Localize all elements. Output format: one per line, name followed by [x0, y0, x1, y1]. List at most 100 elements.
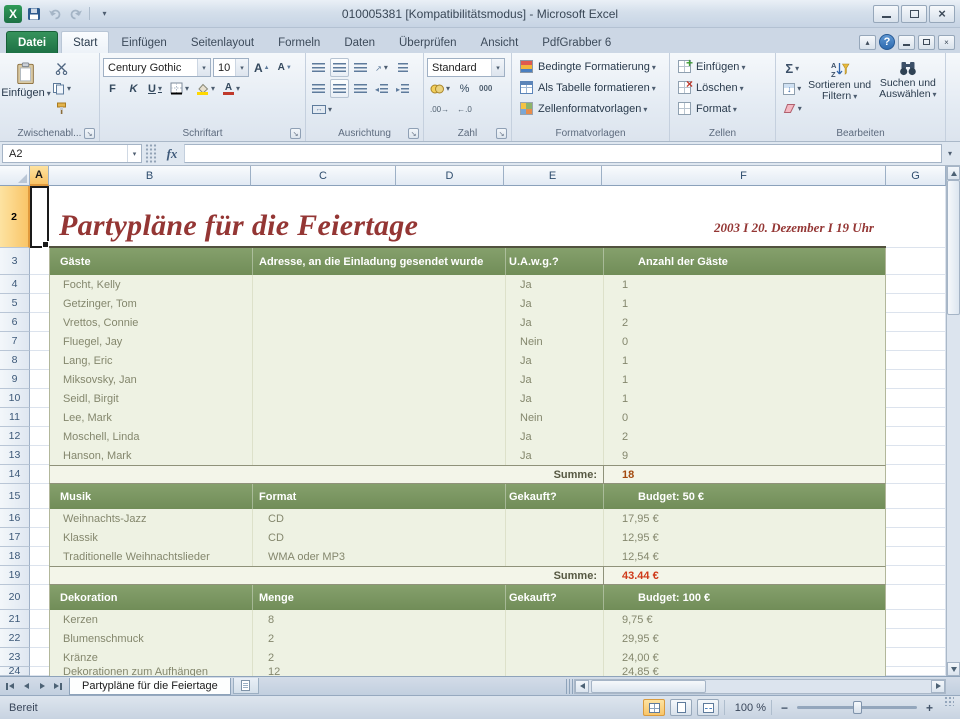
format-painter-button[interactable]: [49, 99, 74, 118]
cell[interactable]: Summe:: [505, 567, 603, 584]
row-header[interactable]: 21: [0, 610, 30, 629]
normal-view-button[interactable]: [643, 699, 665, 716]
font-family-select[interactable]: Century Gothic▾: [103, 58, 211, 77]
zoom-in-button[interactable]: +: [922, 700, 937, 715]
excel-logo-icon[interactable]: X: [4, 5, 22, 23]
cell[interactable]: 1: [603, 389, 887, 408]
cell[interactable]: Nein: [505, 408, 603, 427]
cell[interactable]: [886, 294, 946, 313]
column-header-f[interactable]: F: [602, 166, 886, 186]
cell[interactable]: 1: [603, 370, 887, 389]
cell[interactable]: Dekorationen zum Aufhängen: [50, 667, 252, 676]
previous-sheet-button[interactable]: [18, 679, 34, 694]
cell[interactable]: Weihnachts-Jazz: [50, 509, 252, 528]
cell[interactable]: Seidl, Birgit: [50, 389, 252, 408]
select-all-corner[interactable]: [0, 166, 30, 186]
cell[interactable]: 0: [603, 332, 887, 351]
minimize-ribbon-button[interactable]: ▴: [859, 35, 876, 50]
cell[interactable]: [30, 389, 49, 408]
workbook-close-button[interactable]: ×: [938, 35, 955, 50]
cell[interactable]: [886, 186, 946, 248]
underline-button[interactable]: U: [145, 79, 165, 98]
cell[interactable]: [505, 667, 603, 676]
row-header[interactable]: 7: [0, 332, 30, 351]
align-bottom-button[interactable]: [351, 58, 370, 77]
cell[interactable]: [886, 408, 946, 427]
cell[interactable]: [252, 351, 505, 370]
vertical-scroll-thumb[interactable]: [947, 180, 960, 315]
align-top-button[interactable]: [309, 58, 328, 77]
cell[interactable]: [886, 509, 946, 528]
cell[interactable]: Dekoration: [50, 585, 252, 610]
cell[interactable]: [505, 629, 603, 648]
cell[interactable]: 24,85 €: [603, 667, 887, 676]
row-header[interactable]: 14: [0, 465, 30, 484]
cell[interactable]: Budget: 100 €: [603, 585, 887, 610]
increase-font-button[interactable]: A▲: [251, 58, 273, 77]
tab-einfuegen[interactable]: Einfügen: [109, 31, 178, 53]
cell[interactable]: Getzinger, Tom: [50, 294, 252, 313]
row-header[interactable]: 9: [0, 370, 30, 389]
font-dialog-launcher[interactable]: ↘: [290, 128, 301, 139]
cell[interactable]: [886, 528, 946, 547]
row-header[interactable]: 20: [0, 585, 30, 610]
undo-button[interactable]: [45, 4, 64, 23]
cell[interactable]: Traditionelle Weihnachtslieder: [50, 547, 252, 566]
zoom-slider[interactable]: [797, 706, 917, 709]
cell[interactable]: 12,95 €: [603, 528, 887, 547]
first-sheet-button[interactable]: [2, 679, 18, 694]
cell[interactable]: [886, 446, 946, 465]
cell[interactable]: [886, 427, 946, 446]
cell[interactable]: [886, 275, 946, 294]
cell[interactable]: [50, 466, 252, 483]
cell[interactable]: U.A.w.g.?: [505, 248, 603, 275]
cell[interactable]: [886, 465, 946, 484]
cell[interactable]: [30, 585, 49, 610]
cell[interactable]: 1: [603, 275, 887, 294]
cut-button[interactable]: [49, 59, 74, 78]
cell[interactable]: Format: [252, 484, 505, 509]
page-layout-view-button[interactable]: [670, 699, 692, 716]
expand-formula-bar-button[interactable]: ▾: [942, 144, 958, 163]
tab-formeln[interactable]: Formeln: [266, 31, 332, 53]
insert-cells-button[interactable]: Einfügen: [673, 56, 772, 77]
increase-indent-button[interactable]: [393, 79, 412, 98]
paste-button[interactable]: Einfügen: [3, 56, 49, 126]
fill-button[interactable]: ↓: [779, 79, 806, 98]
decrease-indent-button[interactable]: [372, 79, 391, 98]
cell[interactable]: [30, 351, 49, 370]
cell[interactable]: [252, 370, 505, 389]
cell[interactable]: Moschell, Linda: [50, 427, 252, 446]
redo-button[interactable]: [66, 4, 85, 23]
fill-color-button[interactable]: [194, 79, 218, 98]
cell[interactable]: [30, 294, 49, 313]
cell[interactable]: [30, 275, 49, 294]
cell[interactable]: 24,00 €: [603, 648, 887, 667]
cell[interactable]: Gäste: [50, 248, 252, 275]
chevron-down-icon[interactable]: ▾: [197, 59, 210, 76]
cell[interactable]: [252, 446, 505, 465]
font-size-select[interactable]: 10▾: [213, 58, 249, 77]
cell[interactable]: Blumenschmuck: [50, 629, 252, 648]
zoom-out-button[interactable]: −: [777, 700, 792, 715]
accounting-format-button[interactable]: [427, 79, 453, 98]
cell[interactable]: Menge: [252, 585, 505, 610]
cell[interactable]: [886, 484, 946, 509]
cell[interactable]: Kränze: [50, 648, 252, 667]
cell[interactable]: [886, 313, 946, 332]
row-header[interactable]: 5: [0, 294, 30, 313]
tab-pdfgrabber[interactable]: PdfGrabber 6: [530, 31, 623, 53]
cell[interactable]: [30, 446, 49, 465]
row-header[interactable]: 17: [0, 528, 30, 547]
find-select-button[interactable]: Suchen und Auswählen: [874, 56, 942, 126]
cell[interactable]: Vrettos, Connie: [50, 313, 252, 332]
cell[interactable]: [30, 484, 49, 509]
cell[interactable]: [30, 547, 49, 566]
number-format-select[interactable]: Standard▾: [427, 58, 505, 77]
chevron-down-icon[interactable]: ▾: [491, 59, 504, 76]
cell[interactable]: [886, 585, 946, 610]
cell[interactable]: [30, 667, 49, 676]
scroll-down-button[interactable]: [947, 662, 960, 676]
cell[interactable]: 2: [252, 648, 505, 667]
cell[interactable]: Musik: [50, 484, 252, 509]
